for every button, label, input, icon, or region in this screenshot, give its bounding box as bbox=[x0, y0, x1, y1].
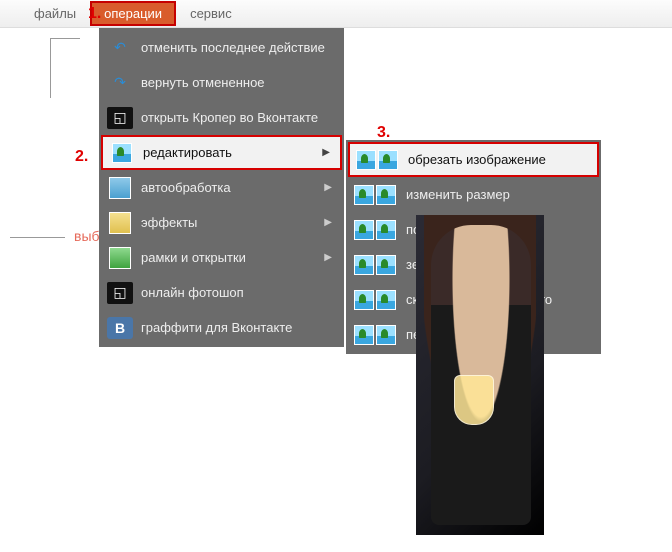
menu-online-photoshop[interactable]: ◱ онлайн фотошоп bbox=[101, 275, 342, 310]
menu-label: вернуть отмененное bbox=[141, 75, 265, 90]
photo-preview bbox=[416, 215, 544, 535]
menu-redo[interactable]: ↷ вернуть отмененное bbox=[101, 65, 342, 100]
thumb-pair-icon bbox=[356, 150, 398, 170]
menu-label: открыть Кропер во Вконтакте bbox=[141, 110, 318, 125]
frames-icon bbox=[107, 247, 133, 269]
submenu-label: изменить размер bbox=[406, 187, 510, 202]
menu-edit[interactable]: редактировать ▶ bbox=[101, 135, 342, 170]
edit-icon bbox=[109, 142, 135, 164]
undo-icon: ↶ bbox=[107, 37, 133, 59]
submenu-crop[interactable]: обрезать изображение bbox=[348, 142, 599, 177]
photo-content bbox=[454, 375, 494, 425]
thumb-pair-icon bbox=[354, 185, 396, 205]
submenu-resize[interactable]: изменить размер bbox=[348, 177, 599, 212]
menu-effects[interactable]: эффекты ▶ bbox=[101, 205, 342, 240]
thumb-pair-icon bbox=[354, 255, 396, 275]
menu-label: онлайн фотошоп bbox=[141, 285, 244, 300]
operations-dropdown: ↶ отменить последнее действие ↷ вернуть … bbox=[99, 28, 344, 347]
redo-icon: ↷ bbox=[107, 72, 133, 94]
decorative-line bbox=[10, 237, 65, 238]
decorative-line bbox=[50, 38, 51, 98]
photoshop-icon: ◱ bbox=[107, 282, 133, 304]
menu-label: автообработка bbox=[141, 180, 231, 195]
submenu-label: обрезать изображение bbox=[408, 152, 546, 167]
menu-undo[interactable]: ↶ отменить последнее действие bbox=[101, 30, 342, 65]
submenu-arrow-icon: ▶ bbox=[322, 147, 330, 158]
annotation-1: 1. bbox=[88, 5, 101, 23]
decorative-line bbox=[50, 38, 80, 39]
menu-frames[interactable]: рамки и открытки ▶ bbox=[101, 240, 342, 275]
menu-open-cropper[interactable]: ◱ открыть Кропер во Вконтакте bbox=[101, 100, 342, 135]
menu-label: рамки и открытки bbox=[141, 250, 246, 265]
effects-icon bbox=[107, 212, 133, 234]
menu-graffiti[interactable]: B граффити для Вконтакте bbox=[101, 310, 342, 345]
menu-files[interactable]: файлы bbox=[20, 1, 90, 26]
menu-auto[interactable]: автообработка ▶ bbox=[101, 170, 342, 205]
thumb-pair-icon bbox=[354, 220, 396, 240]
vk-icon: B bbox=[107, 317, 133, 339]
submenu-arrow-icon: ▶ bbox=[324, 217, 332, 228]
thumb-pair-icon bbox=[354, 325, 396, 345]
menu-label: эффекты bbox=[141, 215, 197, 230]
thumb-pair-icon bbox=[354, 290, 396, 310]
menu-label: редактировать bbox=[143, 145, 232, 160]
submenu-arrow-icon: ▶ bbox=[324, 252, 332, 263]
auto-icon bbox=[107, 177, 133, 199]
menu-label: отменить последнее действие bbox=[141, 40, 325, 55]
annotation-2: 2. bbox=[75, 148, 88, 166]
menu-label: граффити для Вконтакте bbox=[141, 320, 292, 335]
crop-icon: ◱ bbox=[107, 107, 133, 129]
submenu-arrow-icon: ▶ bbox=[324, 182, 332, 193]
menu-service[interactable]: сервис bbox=[176, 1, 246, 26]
bg-select-text: выб bbox=[74, 228, 100, 244]
menu-operations[interactable]: операции bbox=[90, 1, 176, 26]
